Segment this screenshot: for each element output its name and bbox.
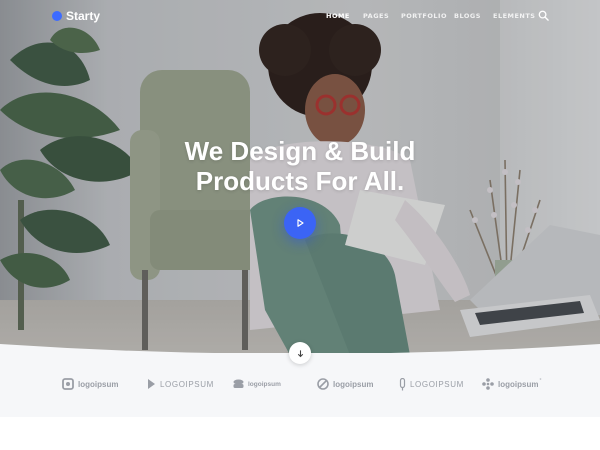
registered-mark: ° <box>539 378 542 384</box>
logo-mark-icon <box>233 379 244 388</box>
top-navbar: Starty HOME PAGES PORTFOLIO BLOGS ELEMEN… <box>0 0 600 34</box>
page-bottom-area <box>0 417 600 450</box>
partner-logo-2-label: LOGOIPSUM <box>160 379 214 389</box>
brand-mark-icon <box>52 11 62 21</box>
play-video-button[interactable] <box>284 207 316 239</box>
partner-logo-4: logoipsum <box>317 376 373 392</box>
play-icon <box>297 219 304 227</box>
partner-logo-5-label: LOGOIPSUM <box>410 379 464 389</box>
nav-item-blogs[interactable]: BLOGS <box>454 12 481 20</box>
partner-logo-3: logoipsum <box>233 376 281 392</box>
nav-item-home[interactable]: HOME <box>326 12 350 20</box>
partner-logo-3-label: logoipsum <box>248 380 281 388</box>
logo-mark-icon <box>62 378 74 390</box>
hero-title: We Design & Build Products For All. <box>150 136 450 196</box>
hero-title-line-1: We Design & Build <box>184 136 416 166</box>
partner-logo-1: logoipsum <box>62 376 118 392</box>
partner-logo-6-label: logoipsum <box>498 379 539 389</box>
logo-mark-icon <box>399 377 406 390</box>
nav-item-elements[interactable]: ELEMENTS <box>493 12 536 20</box>
landing-page: Starty HOME PAGES PORTFOLIO BLOGS ELEMEN… <box>0 0 600 450</box>
partner-logo-5: LOGOIPSUM <box>399 376 464 392</box>
partner-logo-4-label: logoipsum <box>333 379 374 389</box>
scroll-down-button[interactable] <box>289 342 311 364</box>
partner-logo-1-label: logoipsum <box>78 379 119 389</box>
logo-mark-icon <box>482 378 494 390</box>
arrow-down-icon <box>297 349 303 357</box>
nav-item-pages[interactable]: PAGES <box>363 12 389 20</box>
partner-logo-2: LOGOIPSUM <box>147 376 214 392</box>
partner-logo-6: logoipsum ° <box>482 376 541 392</box>
brand-logo[interactable]: Starty <box>52 9 100 23</box>
search-icon[interactable] <box>538 10 549 21</box>
logo-mark-icon <box>317 378 329 390</box>
brand-name: Starty <box>66 9 101 23</box>
logo-mark-icon <box>148 379 155 389</box>
hero-title-line-2: Products For All. <box>195 166 405 196</box>
nav-item-portfolio[interactable]: PORTFOLIO <box>401 12 447 20</box>
